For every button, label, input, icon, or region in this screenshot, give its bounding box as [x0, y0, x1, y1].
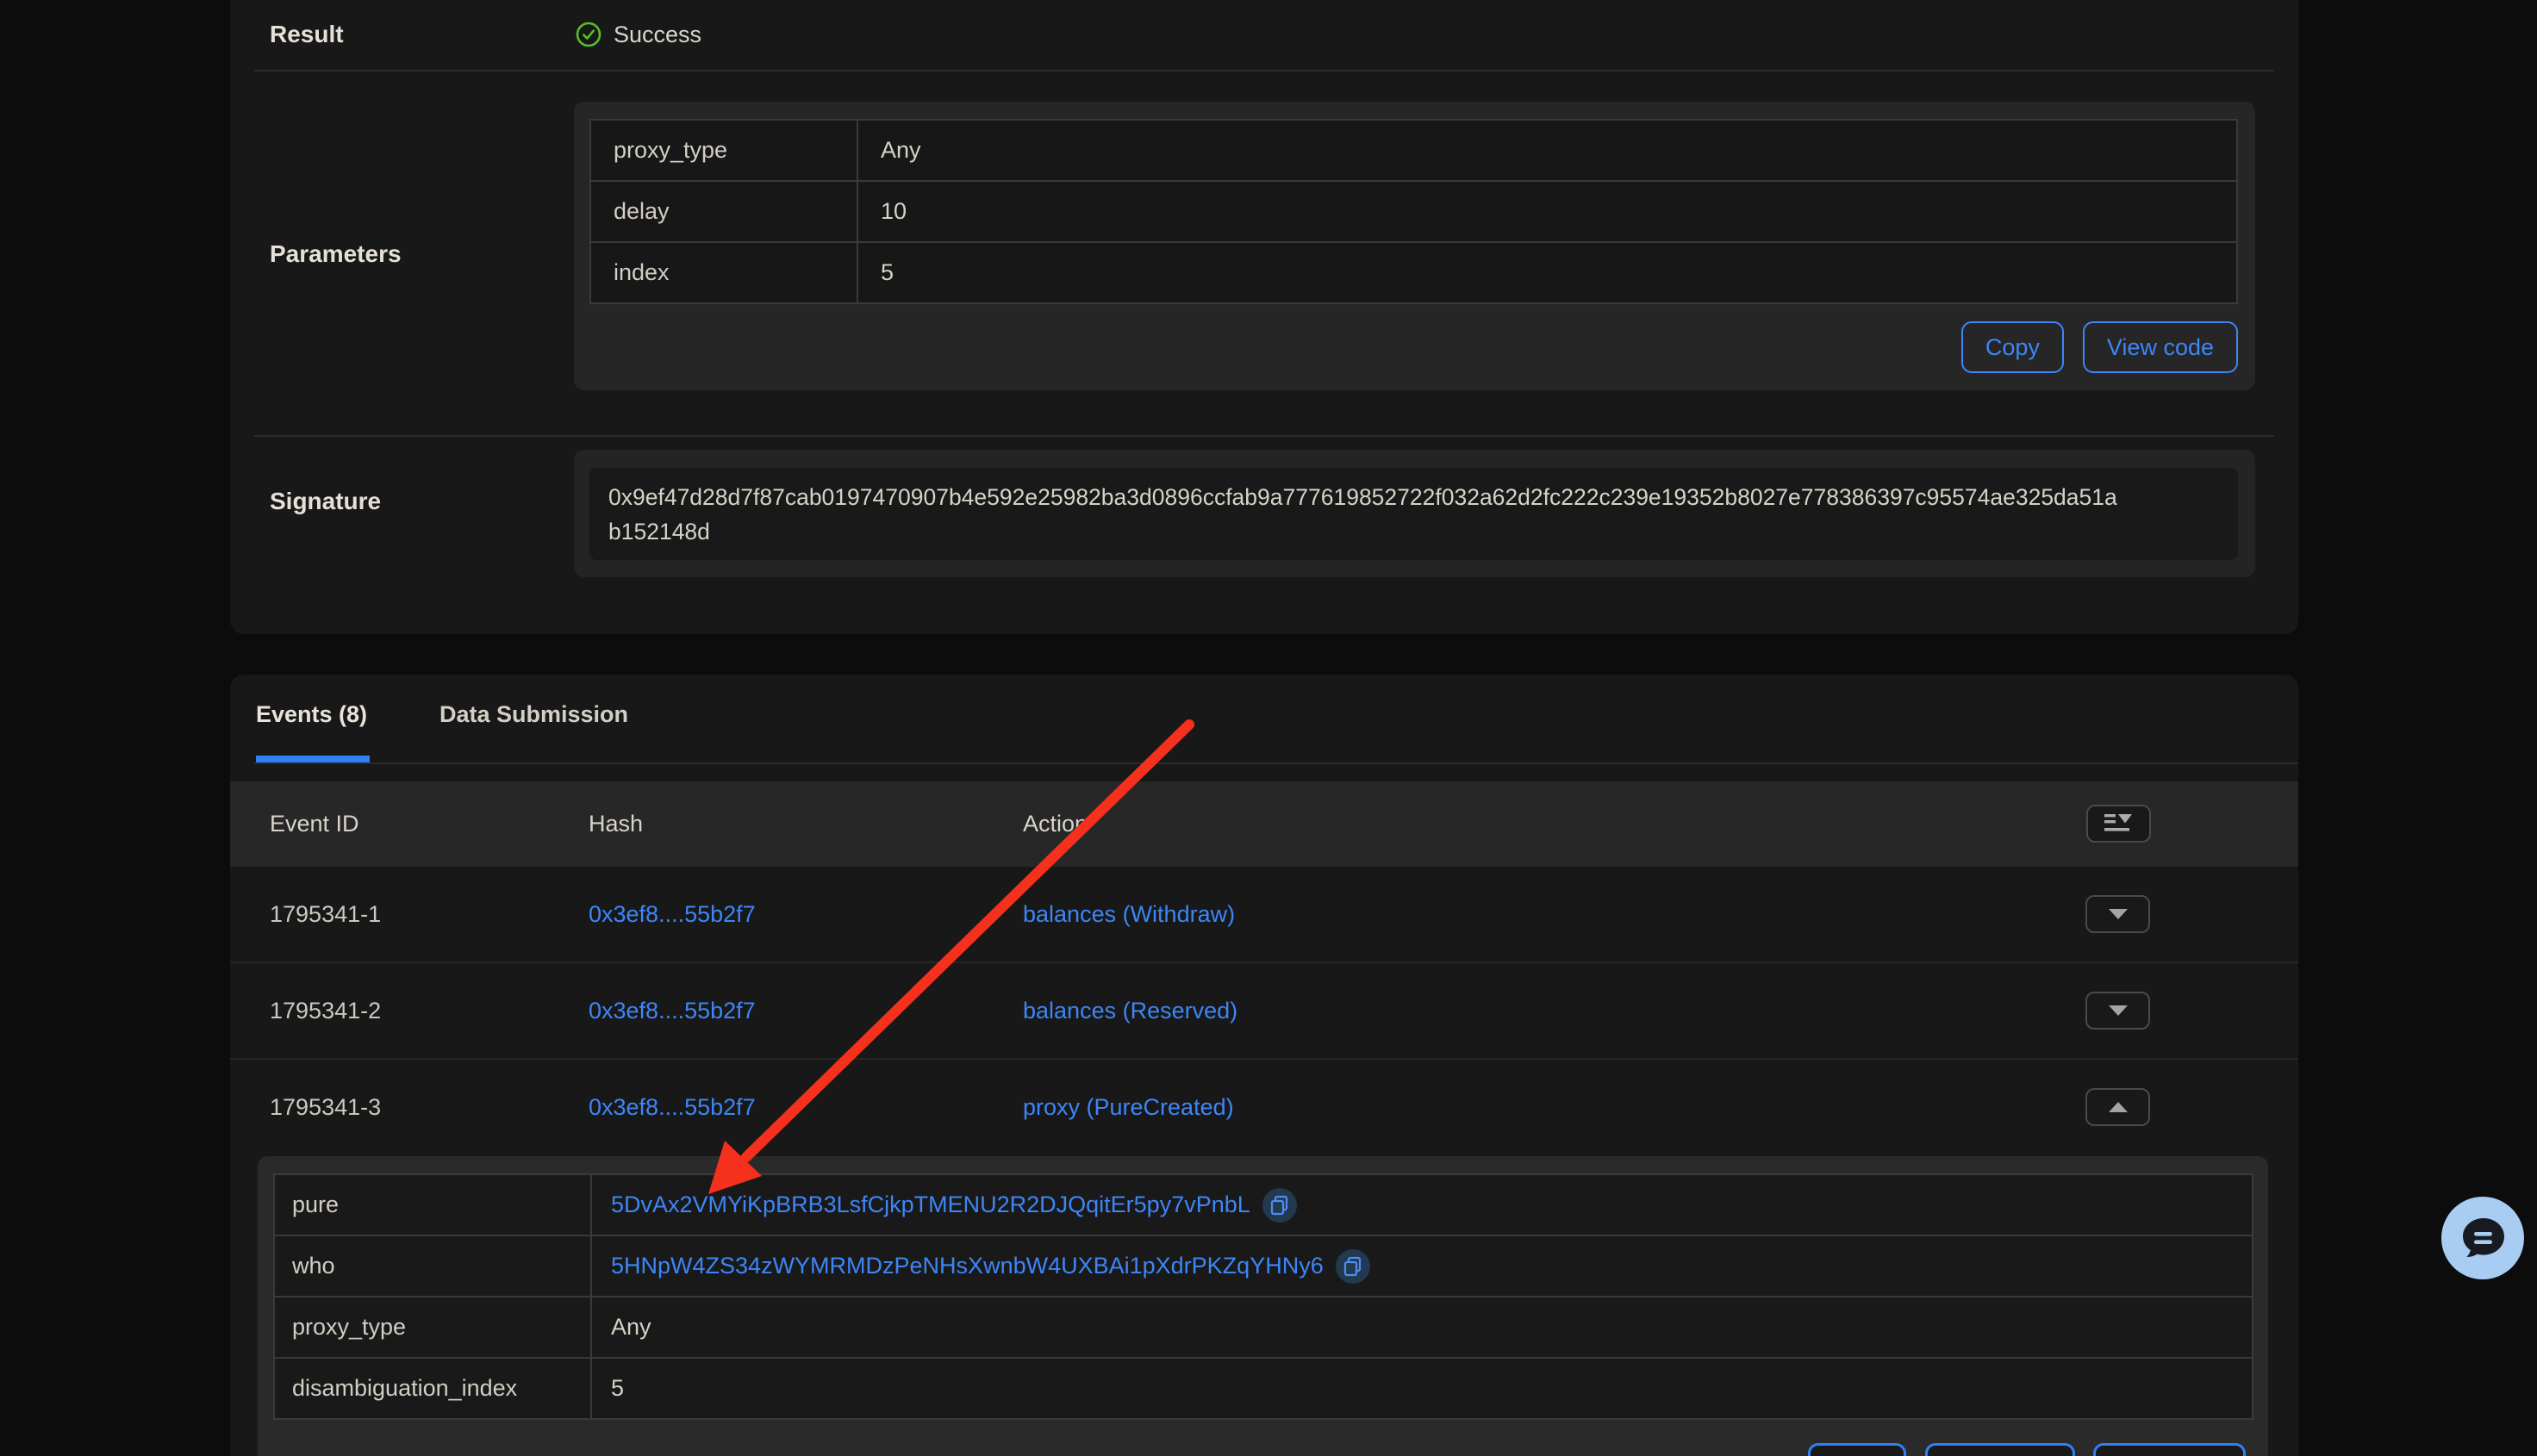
- sort-descending-icon: [2104, 812, 2135, 836]
- result-label: Result: [270, 21, 344, 48]
- success-check-icon: [576, 22, 602, 47]
- details-action-button[interactable]: [2093, 1443, 2246, 1456]
- param-value: Any: [858, 121, 2236, 180]
- column-header-hash: Hash: [589, 781, 643, 867]
- detail-value: Any: [592, 1297, 2252, 1357]
- table-row: disambiguation_index 5: [275, 1359, 2252, 1418]
- events-table-body: 1795341-1 0x3ef8....55b2f7 balances (Wit…: [230, 867, 2298, 1156]
- event-hash-link[interactable]: 0x3ef8....55b2f7: [589, 998, 756, 1024]
- result-row: Result: [270, 0, 344, 69]
- divider: [254, 70, 2274, 72]
- result-status-text: Success: [614, 22, 701, 48]
- detail-key: who: [275, 1236, 590, 1296]
- event-action-link[interactable]: balances (Withdraw): [1023, 901, 1235, 928]
- signature-box: 0x9ef47d28d7f87cab0197470907b4e592e25982…: [574, 450, 2255, 577]
- extrinsic-summary-card: Result Success Parameters proxy_type Any…: [230, 0, 2298, 634]
- detail-key: disambiguation_index: [275, 1359, 590, 1418]
- table-row: index 5: [591, 243, 2236, 302]
- who-address-link[interactable]: 5HNpW4ZS34zWYMRMDzPeNHsXwnbW4UXBAi1pXdrP…: [611, 1253, 1324, 1279]
- param-value: 10: [858, 182, 2236, 241]
- table-row: proxy_type Any: [275, 1297, 2252, 1357]
- param-key: delay: [591, 182, 857, 241]
- detail-value: 5: [592, 1359, 2252, 1418]
- chevron-down-icon: [2108, 908, 2129, 920]
- table-row: 1795341-3 0x3ef8....55b2f7 proxy (PureCr…: [230, 1060, 2298, 1156]
- extrinsic-detail-page: Result Success Parameters proxy_type Any…: [0, 0, 2537, 1456]
- parameters-box: proxy_type Any delay 10 index 5 Copy Vie…: [574, 102, 2255, 390]
- event-hash-link[interactable]: 0x3ef8....55b2f7: [589, 901, 756, 928]
- view-code-button[interactable]: View code: [2083, 321, 2238, 373]
- divider: [254, 435, 2274, 437]
- tabs-divider: [254, 762, 2298, 764]
- events-table-header: Event ID Hash Action: [230, 781, 2298, 867]
- event-id: 1795341-2: [270, 963, 381, 1058]
- copy-address-button[interactable]: [1262, 1188, 1297, 1223]
- copy-button[interactable]: Copy: [1961, 321, 2064, 373]
- event-details-panel: pure 5DvAx2VMYiKpBRB3LsfCjkpTMENU2R2DJQq…: [258, 1156, 2268, 1456]
- event-details-table: pure 5DvAx2VMYiKpBRB3LsfCjkpTMENU2R2DJQq…: [273, 1173, 2253, 1420]
- sort-button[interactable]: [2086, 805, 2151, 843]
- table-row: delay 10: [591, 182, 2236, 241]
- parameters-label: Parameters: [270, 240, 402, 268]
- copy-icon: [1343, 1256, 1362, 1277]
- chat-bubble-icon: [2441, 1197, 2524, 1279]
- chevron-down-icon: [2108, 1005, 2129, 1017]
- table-row: 1795341-1 0x3ef8....55b2f7 balances (Wit…: [230, 867, 2298, 963]
- events-card: Events (8) Data Submission Event ID Hash…: [230, 675, 2298, 1456]
- parameters-table: proxy_type Any delay 10 index 5: [589, 119, 2238, 304]
- table-row: 1795341-2 0x3ef8....55b2f7 balances (Res…: [230, 963, 2298, 1060]
- event-id: 1795341-3: [270, 1060, 381, 1154]
- tab-data-submission[interactable]: Data Submission: [439, 675, 628, 754]
- details-action-button[interactable]: [1808, 1443, 1906, 1456]
- signature-label: Signature: [270, 488, 381, 515]
- parameters-actions: Copy View code: [1961, 321, 2238, 373]
- chevron-up-icon: [2108, 1101, 2129, 1113]
- pure-address-link[interactable]: 5DvAx2VMYiKpBRB3LsfCjkpTMENU2R2DJQqitEr5…: [611, 1192, 1250, 1218]
- result-status: Success: [576, 0, 701, 69]
- chat-fab-button[interactable]: [2441, 1197, 2524, 1279]
- event-hash-link[interactable]: 0x3ef8....55b2f7: [589, 1094, 756, 1121]
- detail-key: pure: [275, 1175, 590, 1235]
- signature-inner-box: 0x9ef47d28d7f87cab0197470907b4e592e25982…: [589, 468, 2238, 560]
- expand-row-button[interactable]: [2085, 895, 2150, 933]
- copy-address-button[interactable]: [1336, 1249, 1370, 1284]
- details-action-button[interactable]: [1925, 1443, 2075, 1456]
- table-row: proxy_type Any: [591, 121, 2236, 180]
- param-key: index: [591, 243, 857, 302]
- expand-row-button[interactable]: [2085, 992, 2150, 1030]
- parameters-row: Parameters: [270, 72, 402, 437]
- signature-value: 0x9ef47d28d7f87cab0197470907b4e592e25982…: [608, 480, 2125, 549]
- param-key: proxy_type: [591, 121, 857, 180]
- tab-events[interactable]: Events (8): [256, 675, 367, 754]
- event-action-link[interactable]: proxy (PureCreated): [1023, 1094, 1234, 1121]
- copy-icon: [1270, 1195, 1289, 1216]
- detail-key: proxy_type: [275, 1297, 590, 1357]
- column-header-event-id: Event ID: [270, 781, 359, 867]
- column-header-action: Action: [1023, 781, 1088, 867]
- table-row: who 5HNpW4ZS34zWYMRMDzPeNHsXwnbW4UXBAi1p…: [275, 1236, 2252, 1296]
- collapse-row-button[interactable]: [2085, 1088, 2150, 1126]
- event-action-link[interactable]: balances (Reserved): [1023, 998, 1237, 1024]
- event-id: 1795341-1: [270, 867, 381, 961]
- signature-row: Signature: [270, 437, 381, 566]
- table-row: pure 5DvAx2VMYiKpBRB3LsfCjkpTMENU2R2DJQq…: [275, 1175, 2252, 1235]
- param-value: 5: [858, 243, 2236, 302]
